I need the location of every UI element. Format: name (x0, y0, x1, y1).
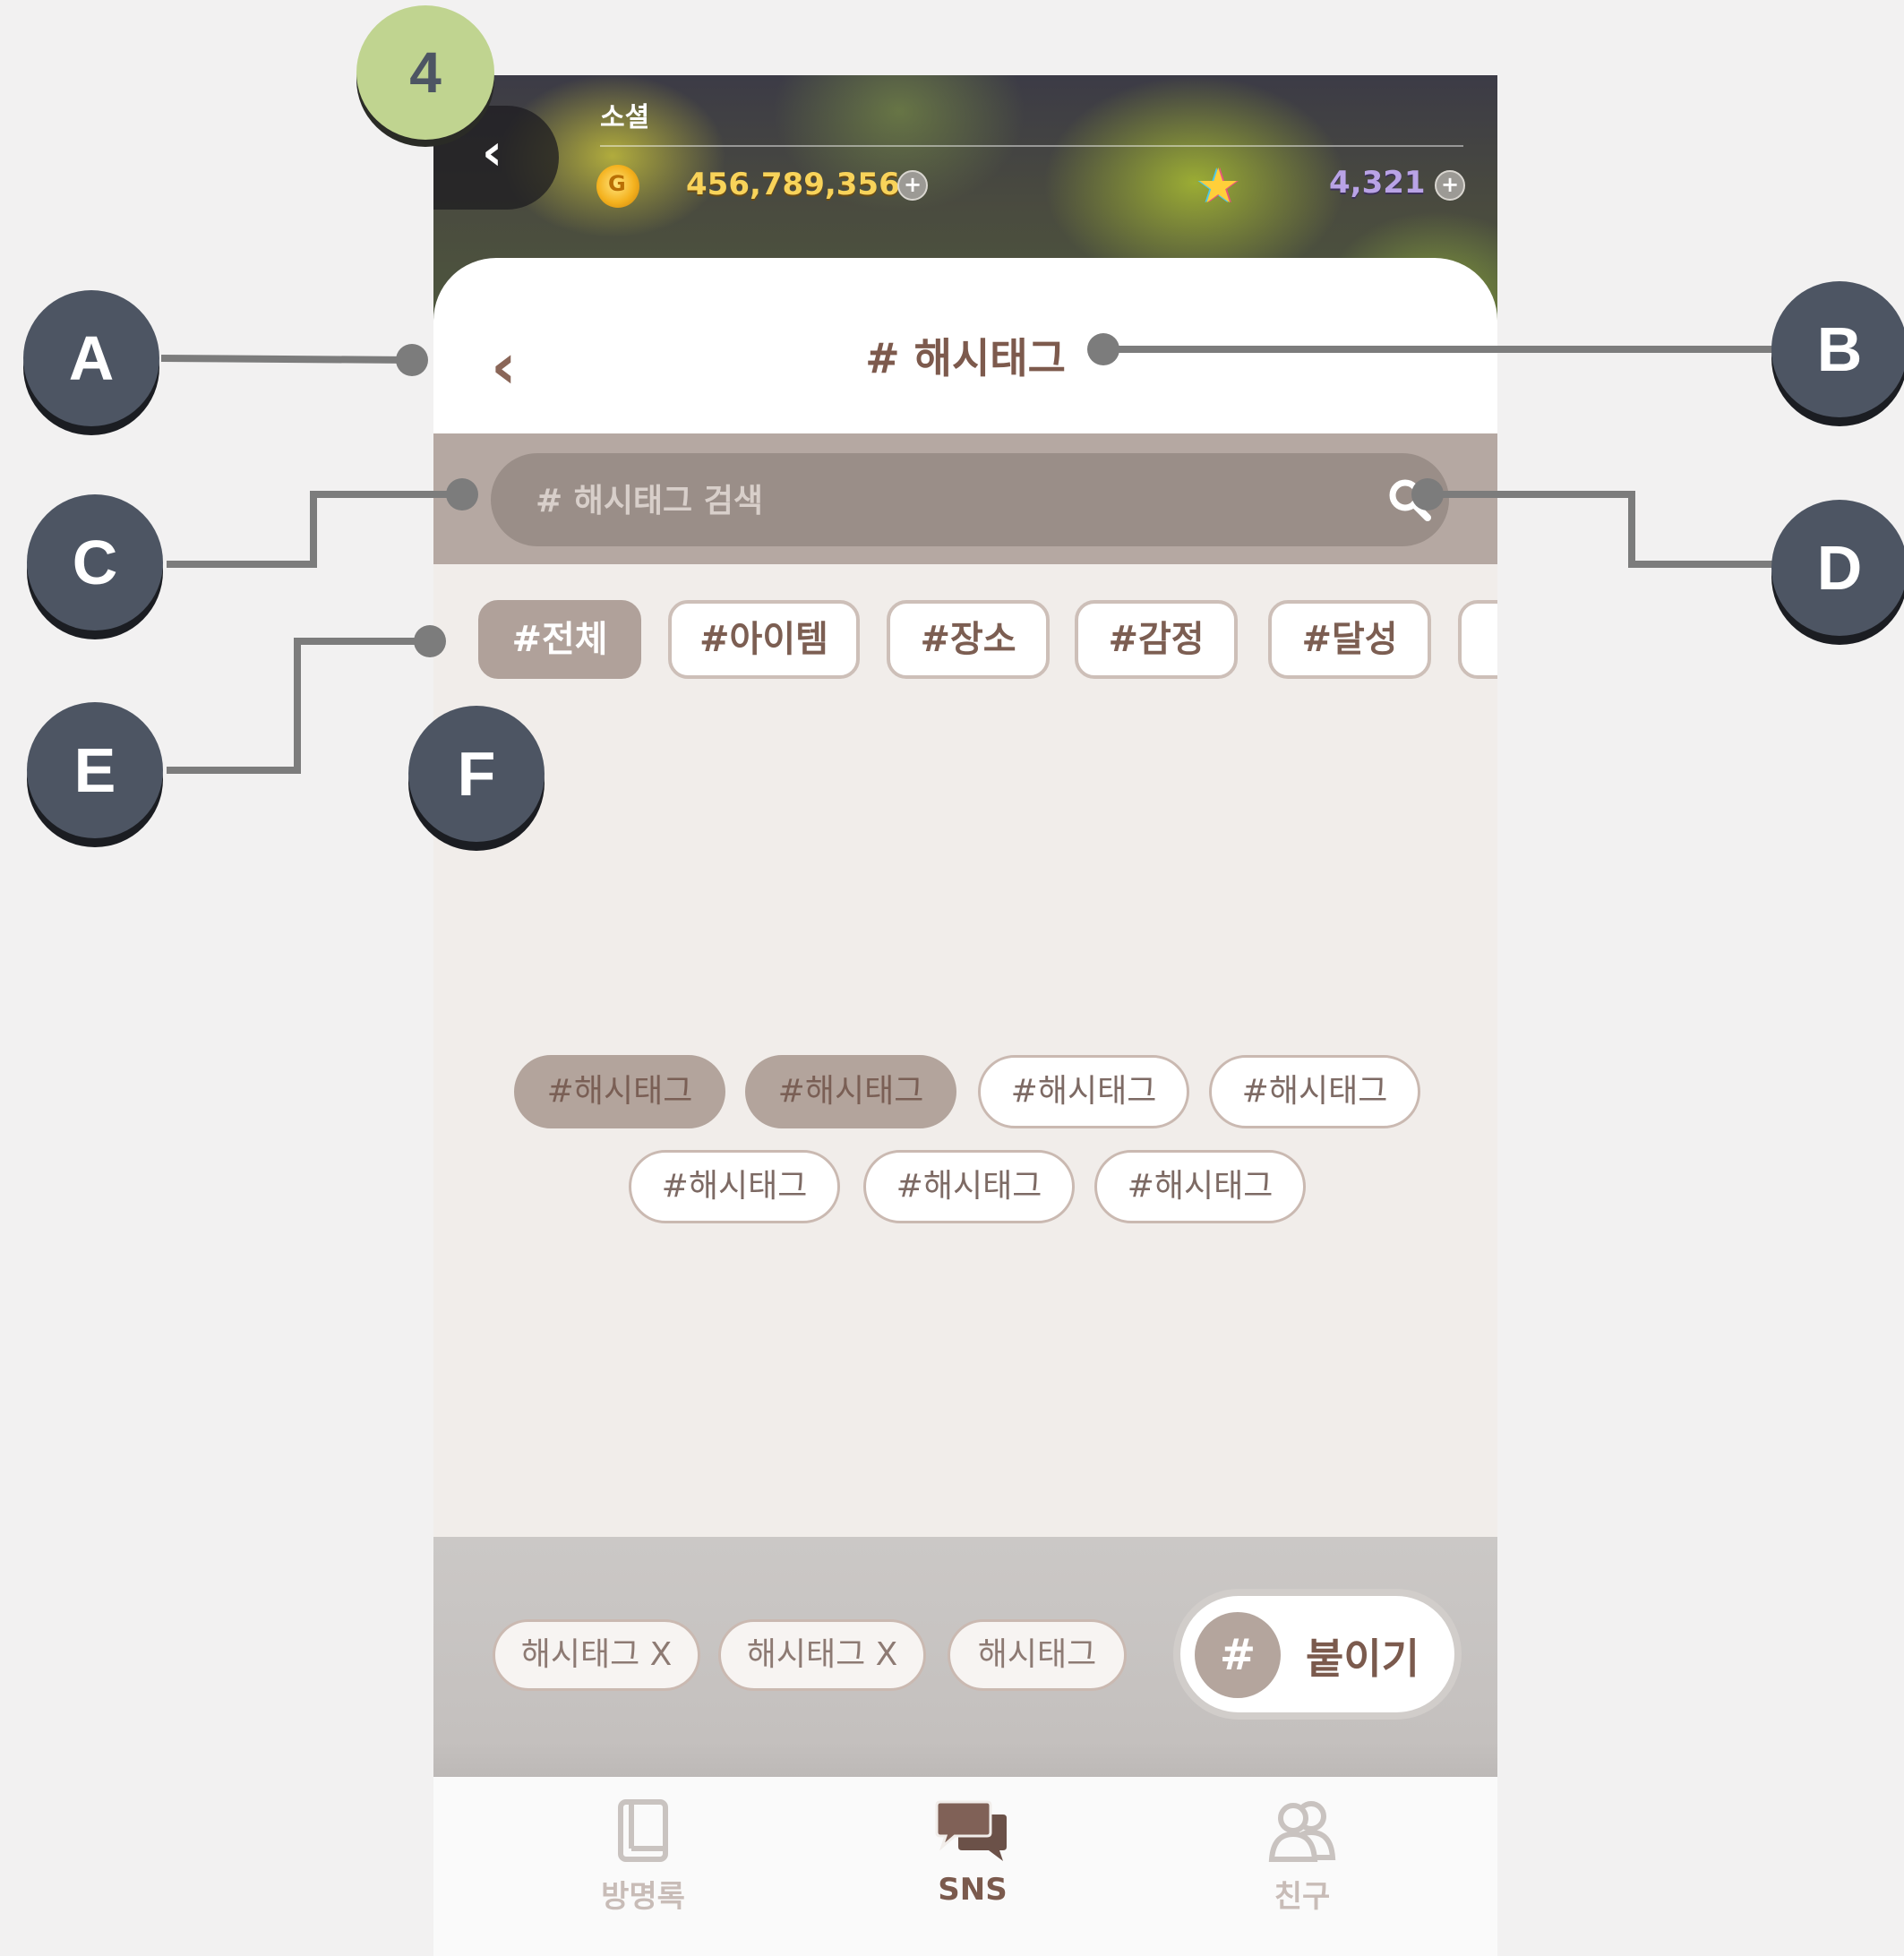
annotation-dot (396, 344, 428, 376)
callout-4: 4 (356, 5, 494, 140)
callout-b: B (1771, 281, 1904, 417)
annotation-dot (1087, 333, 1119, 365)
callout-a: A (23, 290, 159, 426)
callout-c: C (27, 494, 163, 631)
annotation-dot (446, 478, 478, 510)
callout-e: E (27, 702, 163, 838)
callout-f: F (408, 706, 545, 842)
annotation-dot (414, 625, 446, 657)
callout-d: D (1771, 500, 1904, 636)
annotation-dot (1411, 478, 1444, 510)
annotation-lines (160, 346, 1773, 774)
